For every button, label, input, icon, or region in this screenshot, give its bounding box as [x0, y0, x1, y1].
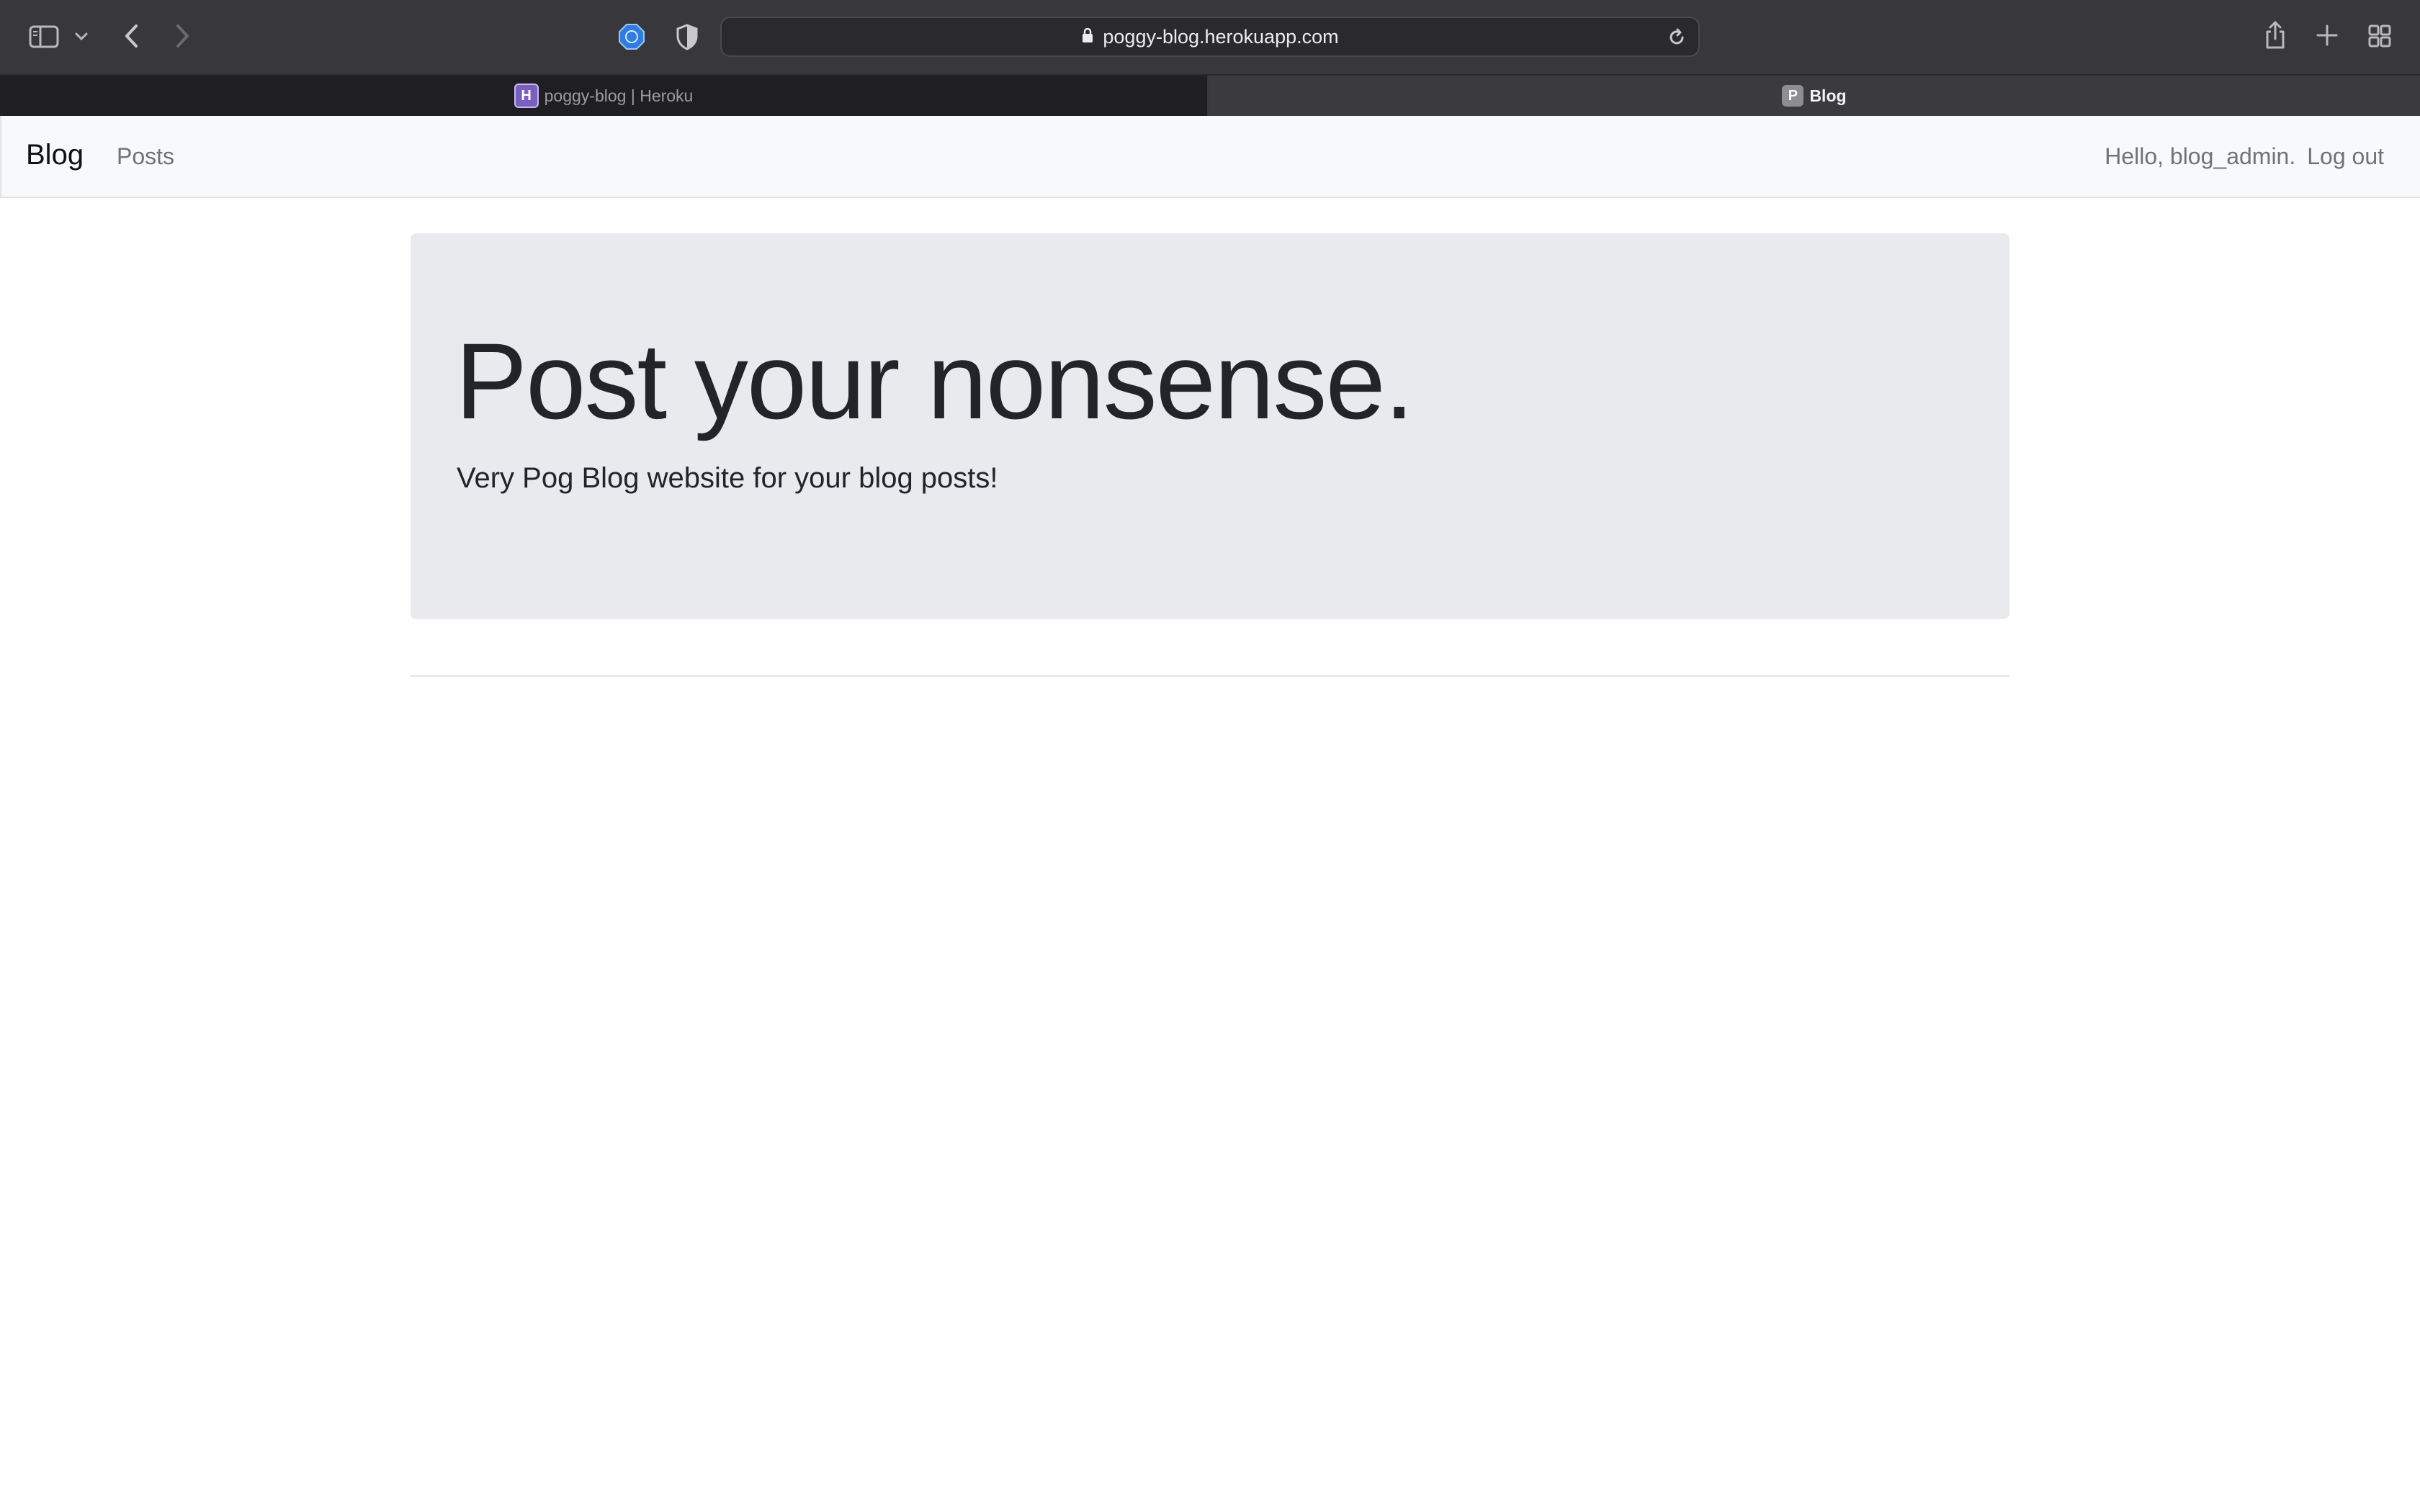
- forward-icon[interactable]: [170, 20, 196, 52]
- sidebar-icon[interactable]: [27, 23, 60, 50]
- hero-lead: Very Pog Blog website for your blog post…: [457, 462, 998, 494]
- address-bar[interactable]: poggy-blog.herokuapp.com: [720, 17, 1700, 57]
- tab-label: poggy-blog | Heroku: [544, 86, 694, 105]
- tab-bar: H poggy-blog | Heroku P Blog: [0, 74, 2420, 116]
- new-tab-icon[interactable]: [2313, 22, 2341, 49]
- heroku-favicon-icon: H: [514, 84, 539, 108]
- logout-link[interactable]: Log out: [2307, 143, 2384, 170]
- nav-link-posts[interactable]: Posts: [117, 143, 174, 170]
- user-nav: Hello, blog_admin. Log out: [2105, 143, 2384, 170]
- browser-toolbar: poggy-blog.herokuapp.com: [0, 0, 2420, 74]
- tab-overview-icon[interactable]: [2367, 23, 2393, 49]
- lock-icon: [1081, 27, 1094, 48]
- tab-label: Blog: [1809, 86, 1847, 105]
- navbar-brand[interactable]: Blog: [26, 139, 84, 171]
- tab-blog[interactable]: P Blog: [1209, 76, 2420, 116]
- extension-icon[interactable]: [617, 22, 647, 52]
- chevron-down-icon[interactable]: [72, 29, 91, 45]
- hero-heading: Post your nonsense.: [455, 320, 1415, 441]
- reload-icon[interactable]: [1667, 27, 1687, 51]
- tab-heroku[interactable]: H poggy-blog | Heroku: [0, 76, 1207, 116]
- share-icon[interactable]: [2262, 19, 2289, 52]
- user-greeting: Hello, blog_admin.: [2105, 143, 2296, 169]
- site-navbar: Blog Posts Hello, blog_admin. Log out: [0, 116, 2420, 198]
- back-icon[interactable]: [118, 20, 144, 52]
- content-divider: [411, 675, 2009, 677]
- hero-jumbotron: Post your nonsense. Very Pog Blog websit…: [411, 233, 2009, 619]
- address-text: poggy-blog.herokuapp.com: [1103, 25, 1339, 48]
- blog-favicon-icon: P: [1782, 85, 1804, 107]
- privacy-shield-icon[interactable]: [673, 22, 702, 52]
